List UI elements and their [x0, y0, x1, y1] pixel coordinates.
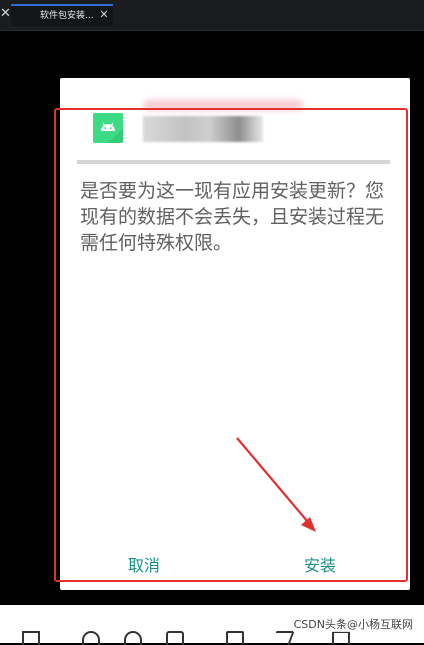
bottom-toolbar: CSDN头条@小杨互联网 — [0, 605, 424, 645]
watermark: CSDN头条@小杨互联网 — [292, 618, 414, 632]
annotation-arrow — [236, 437, 316, 532]
